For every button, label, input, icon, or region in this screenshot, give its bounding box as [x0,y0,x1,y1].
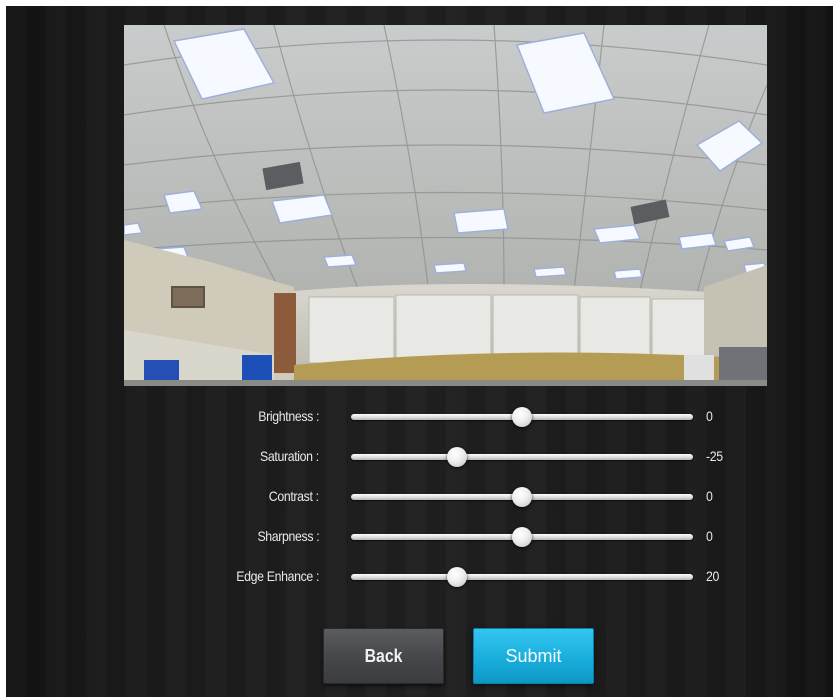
slider-knob-icon[interactable] [447,447,468,467]
edge-enhance-slider[interactable] [351,574,693,580]
slider-knob-icon[interactable] [512,487,532,507]
sharpness-label: Sharpness : [257,528,319,544]
edge-enhance-value: 20 [706,568,720,584]
edge-enhance-label: Edge Enhance : [236,568,319,584]
submit-button-label: Submit [505,645,562,666]
slider-knob-icon[interactable] [447,567,468,587]
slider-knob-icon[interactable] [512,527,532,547]
slider-knob-icon[interactable] [512,407,532,427]
submit-button[interactable]: Submit [473,628,594,684]
edge-enhance-row: Edge Enhance : 20 [6,565,833,589]
contrast-label: Contrast : [269,488,319,504]
saturation-value: -25 [706,448,723,464]
camera-settings-screen: Brightness : 0 Saturation : -25 Contrast… [6,6,833,697]
brightness-label: Brightness : [258,408,319,424]
contrast-row: Contrast : 0 [6,485,833,509]
sharpness-row: Sharpness : 0 [6,525,833,549]
brightness-row: Brightness : 0 [6,405,833,429]
saturation-row: Saturation : -25 [6,445,833,469]
back-button[interactable]: Back [323,628,444,684]
saturation-slider[interactable] [351,454,693,460]
saturation-label: Saturation : [260,448,319,464]
brightness-value: 0 [706,408,713,424]
back-button-label: Back [364,645,403,666]
contrast-value: 0 [706,488,713,504]
camera-preview-image [124,25,767,386]
sharpness-value: 0 [706,528,713,544]
